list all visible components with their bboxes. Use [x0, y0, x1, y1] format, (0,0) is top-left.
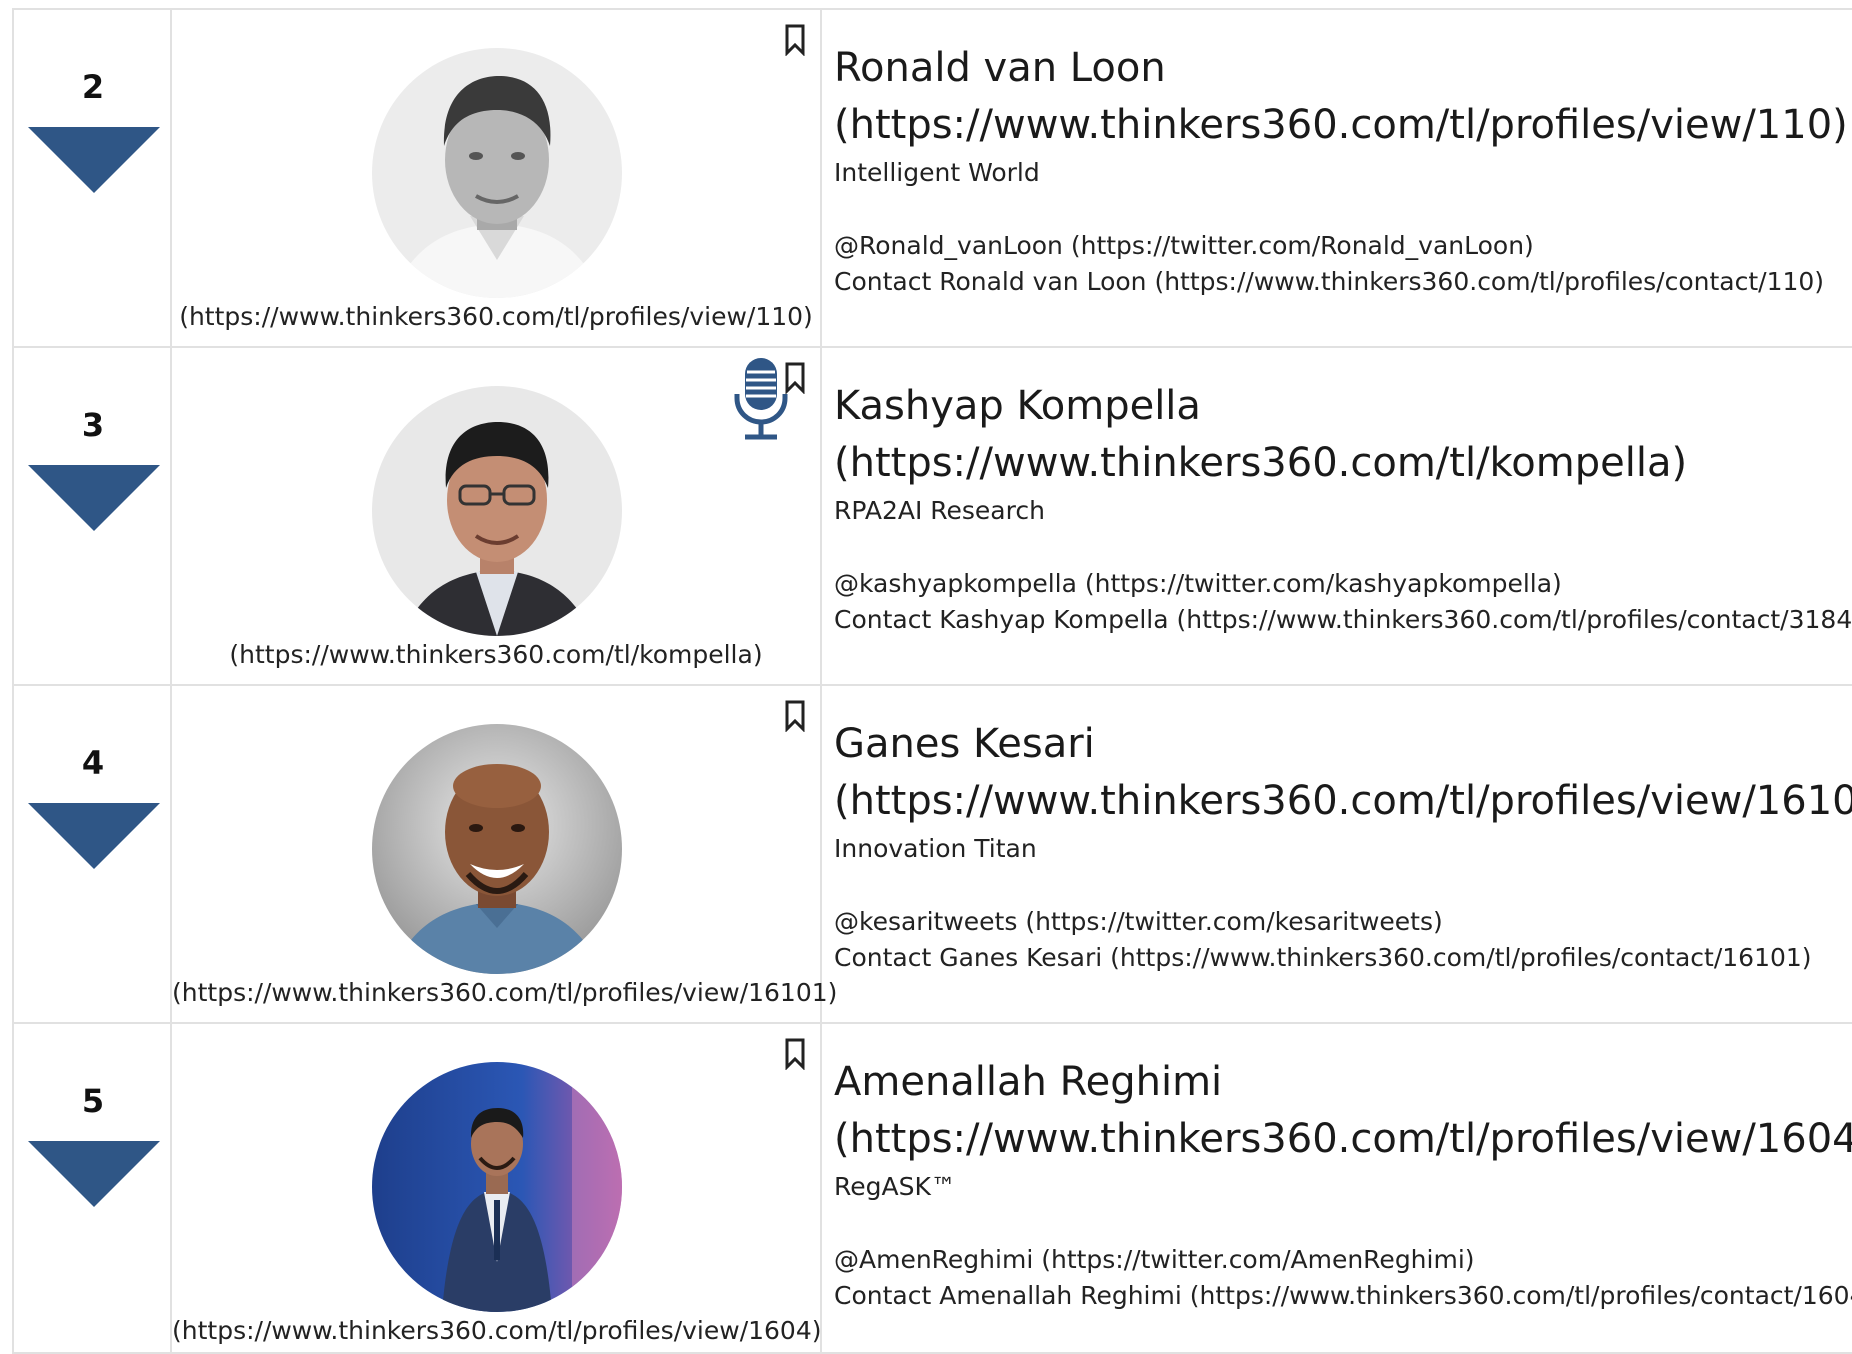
rank-cell: 3 [12, 348, 172, 684]
company-name: Innovation Titan [834, 834, 1037, 863]
photo-profile-link[interactable]: (https://www.thinkers360.com/tl/profiles… [172, 302, 820, 331]
leaderboard-row: 5 (https://www.thinkers360.com/tl/profil… [12, 1024, 1852, 1354]
bookmark-icon[interactable] [784, 24, 806, 56]
avatar[interactable] [372, 48, 622, 298]
contact-link[interactable]: Contact Ronald van Loon (https://www.thi… [834, 264, 1852, 300]
photo-cell: (https://www.thinkers360.com/tl/profiles… [172, 10, 822, 346]
rank-down-arrow-icon [28, 465, 160, 531]
avatar[interactable] [372, 386, 622, 636]
rank-number: 4 [81, 744, 105, 782]
contact-link[interactable]: Contact Amenallah Reghimi (https://www.t… [834, 1278, 1852, 1314]
rank-down-arrow-icon [28, 803, 160, 869]
rank-down-arrow-icon [28, 127, 160, 193]
contact-link[interactable]: Contact Kashyap Kompella (https://www.th… [834, 602, 1852, 638]
avatar[interactable] [372, 724, 622, 974]
company-name: RPA2AI Research [834, 496, 1045, 525]
thinker-name-link[interactable]: Kashyap Kompella (https://www.thinkers36… [834, 378, 1852, 492]
twitter-link[interactable]: @Ronald_vanLoon (https://twitter.com/Ron… [834, 228, 1852, 264]
profile-url[interactable]: (https://www.thinkers360.com/tl/profiles… [834, 1116, 1852, 1162]
avatar[interactable] [372, 1062, 622, 1312]
info-cell: Kashyap Kompella (https://www.thinkers36… [834, 348, 1852, 684]
podcast-microphone-icon[interactable] [730, 356, 792, 442]
profile-url[interactable]: (https://www.thinkers360.com/tl/kompella… [834, 440, 1687, 486]
thinker-name-link[interactable]: Amenallah Reghimi (https://www.thinkers3… [834, 1054, 1852, 1168]
thinker-name[interactable]: Ronald van Loon [834, 45, 1166, 91]
thinker-name-link[interactable]: Ronald van Loon (https://www.thinkers360… [834, 40, 1852, 154]
info-cell: Ronald van Loon (https://www.thinkers360… [834, 10, 1852, 346]
leaderboard-row: 3 (https://www.thinkers360.com/tl/kompel… [12, 348, 1852, 686]
twitter-link[interactable]: @kashyapkompella (https://twitter.com/ka… [834, 566, 1852, 602]
bookmark-icon[interactable] [784, 1038, 806, 1070]
leaderboard: 2 (https://www.thinkers360.com/tl/profil… [12, 8, 1852, 1354]
photo-profile-link[interactable]: (https://www.thinkers360.com/tl/profiles… [172, 978, 837, 1007]
twitter-link[interactable]: @kesaritweets (https://twitter.com/kesar… [834, 904, 1852, 940]
photo-cell: (https://www.thinkers360.com/tl/profiles… [172, 686, 837, 1022]
rank-cell: 2 [12, 10, 172, 346]
info-cell: Amenallah Reghimi (https://www.thinkers3… [834, 1024, 1852, 1352]
photo-profile-link[interactable]: (https://www.thinkers360.com/tl/profiles… [172, 1316, 822, 1345]
thinker-name[interactable]: Kashyap Kompella [834, 383, 1201, 429]
rank-number: 5 [81, 1082, 105, 1120]
info-cell: Ganes Kesari (https://www.thinkers360.co… [834, 686, 1852, 1022]
rank-cell: 4 [12, 686, 172, 1022]
company-name: RegASK™ [834, 1172, 956, 1201]
bookmark-icon[interactable] [784, 700, 806, 732]
rank-cell: 5 [12, 1024, 172, 1352]
photo-cell: (https://www.thinkers360.com/tl/kompella… [172, 348, 822, 684]
photo-profile-link[interactable]: (https://www.thinkers360.com/tl/kompella… [172, 640, 820, 669]
profile-url[interactable]: (https://www.thinkers360.com/tl/profiles… [834, 102, 1848, 148]
twitter-link[interactable]: @AmenReghimi (https://twitter.com/AmenRe… [834, 1242, 1852, 1278]
rank-number: 2 [81, 68, 105, 106]
contact-link[interactable]: Contact Ganes Kesari (https://www.thinke… [834, 940, 1852, 976]
thinker-name[interactable]: Amenallah Reghimi [834, 1059, 1222, 1105]
profile-url[interactable]: (https://www.thinkers360.com/tl/profiles… [834, 778, 1852, 824]
leaderboard-row: 4 (https://www.thinkers360.com/tl/profil… [12, 686, 1852, 1024]
rank-number: 3 [81, 406, 105, 444]
thinker-name[interactable]: Ganes Kesari [834, 721, 1095, 767]
photo-cell: (https://www.thinkers360.com/tl/profiles… [172, 1024, 822, 1352]
rank-down-arrow-icon [28, 1141, 160, 1207]
bookmark-icon[interactable] [784, 362, 806, 394]
thinker-name-link[interactable]: Ganes Kesari (https://www.thinkers360.co… [834, 716, 1852, 830]
leaderboard-row: 2 (https://www.thinkers360.com/tl/profil… [12, 10, 1852, 348]
company-name: Intelligent World [834, 158, 1040, 187]
